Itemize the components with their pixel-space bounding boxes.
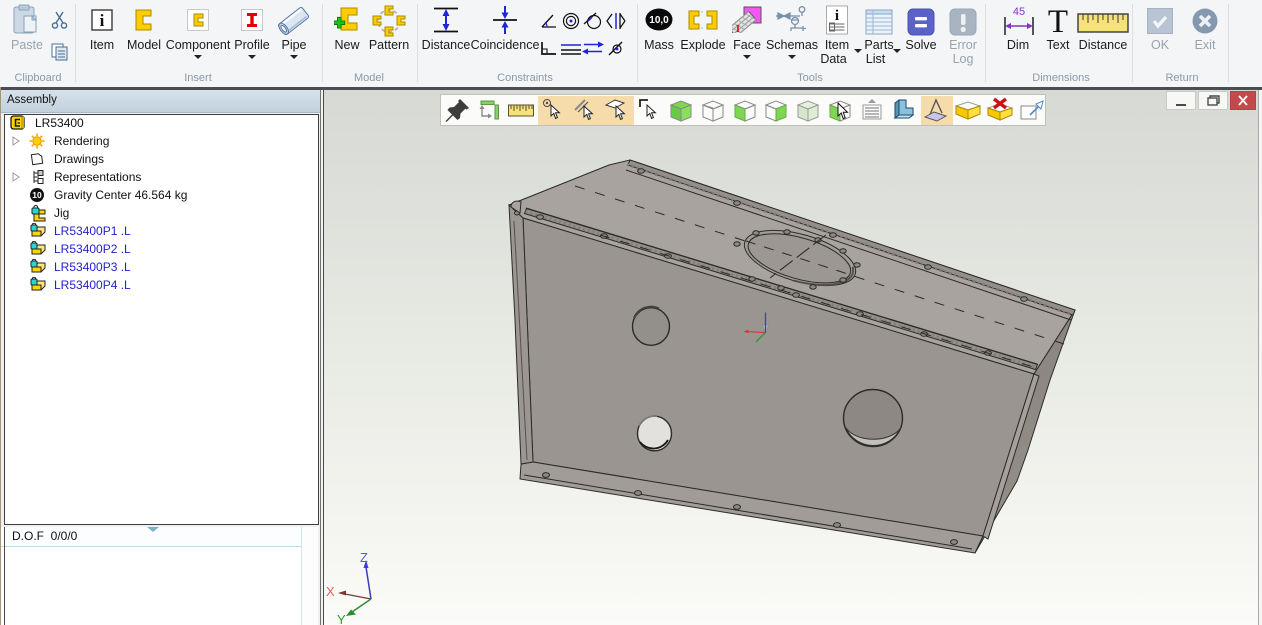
svg-text:10,0: 10,0	[649, 15, 669, 26]
svg-text:i: i	[100, 11, 105, 30]
svg-text:Z: Z	[360, 550, 368, 565]
svg-text:10: 10	[32, 190, 42, 200]
svg-text:i: i	[835, 8, 839, 24]
svg-text:Y: Y	[337, 612, 346, 625]
svg-text:45: 45	[1013, 6, 1025, 18]
svg-text:X: X	[326, 584, 335, 599]
svg-text:I: I	[736, 24, 740, 33]
svg-text:T: T	[1048, 6, 1068, 36]
